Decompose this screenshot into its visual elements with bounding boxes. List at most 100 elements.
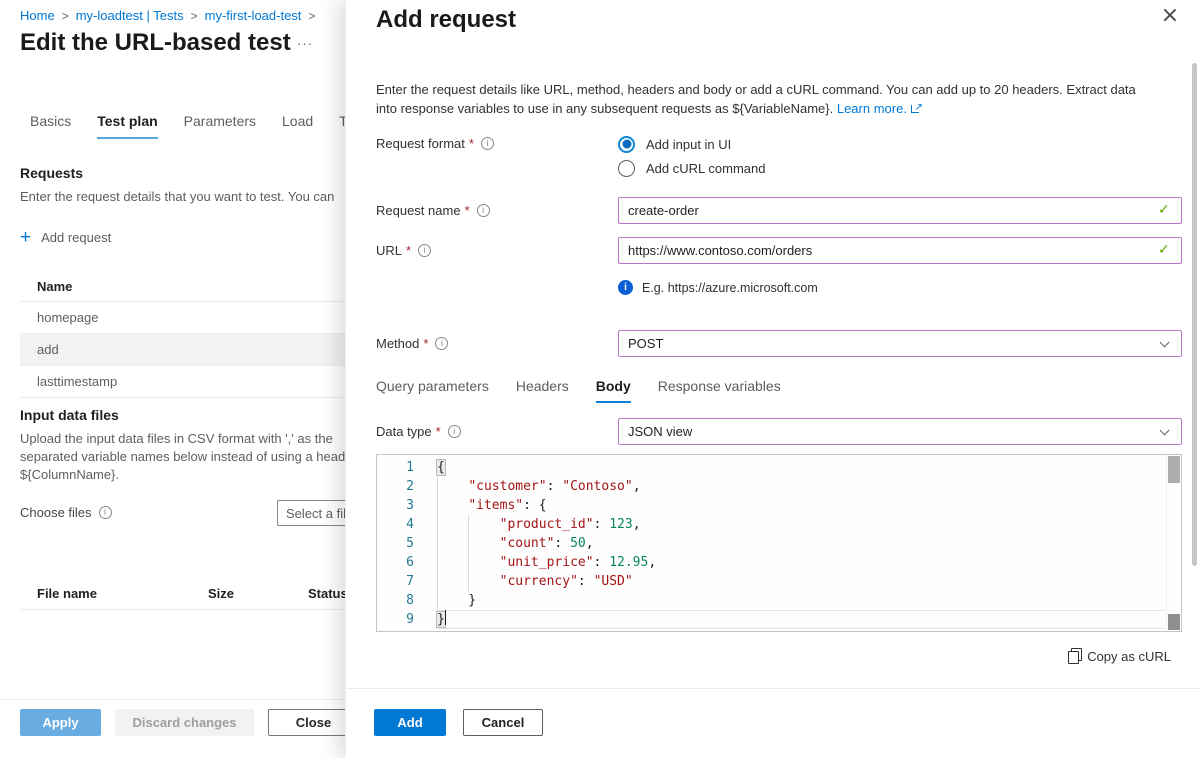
copy-icon [1068,651,1079,664]
radio-add-curl-command[interactable]: Add cURL command [618,156,765,180]
input-data-files-description-line: Upload the input data files in CSV forma… [20,430,345,448]
body-tab-body[interactable]: Body [596,378,631,403]
choose-files-label-text: Choose files [20,505,92,520]
breadcrumb-link-my-first-load-test[interactable]: my-first-load-test [205,8,302,23]
panel-scrollbar[interactable] [1192,63,1197,566]
required-asterisk [406,243,411,258]
editor-vertical-scrollbar-thumb[interactable] [1168,456,1180,483]
code-token: : [547,479,563,494]
code-token: : [554,536,570,551]
code-token: "USD" [594,574,633,589]
body-tab-headers[interactable]: Headers [516,378,569,403]
tab-basics[interactable]: Basics [30,113,71,139]
request-name-input[interactable] [618,197,1182,224]
panel-footer-divider [346,688,1201,689]
code-token: "Contoso" [562,479,632,494]
info-icon [418,244,431,257]
input-data-files-description: Upload the input data files in CSV forma… [20,430,345,484]
code-token: 123 [609,517,632,532]
radio-unselected-icon [618,160,635,177]
files-header-file-name: File name [37,586,208,601]
close-button[interactable]: Close [268,709,345,736]
info-icon [435,337,448,350]
panel-description-text: Enter the request details like URL, meth… [376,82,1136,116]
editor-line-number: 1 [377,458,414,477]
body-tab-query-parameters[interactable]: Query parameters [376,378,489,403]
data-type-select-value: JSON view [628,424,692,439]
request-format-radio-group: Add input in UI Add cURL command [618,132,765,180]
valid-check-icon [1158,202,1170,218]
code-token: "unit_price" [500,555,594,570]
editor-line-number: 7 [377,572,414,591]
editor-line-number: 3 [377,496,414,515]
breadcrumb-separator: > [62,9,69,23]
request-row-add[interactable]: add [20,334,345,366]
choose-files-label: Choose files [20,505,112,520]
requests-heading: Requests [20,165,83,181]
choose-files-input[interactable] [277,500,345,526]
breadcrumb: Home>my-loadtest | Tests>my-first-load-t… [20,8,322,23]
editor-line-number: 5 [377,534,414,553]
request-row-homepage[interactable]: homepage [20,302,345,334]
breadcrumb-link-home[interactable]: Home [20,8,55,23]
code-token: : [578,574,594,589]
data-type-select[interactable]: JSON view [618,418,1182,445]
external-link-icon [911,103,922,113]
request-format-label: Request format [376,136,494,151]
copy-as-curl-label: Copy as cURL [1087,649,1171,664]
panel-description: Enter the request details like URL, meth… [376,80,1158,118]
breadcrumb-link-my-loadtest-tests[interactable]: my-loadtest | Tests [76,8,184,23]
info-icon [477,204,490,217]
code-token: 12.95 [609,555,648,570]
editor-code-line: } [437,610,1165,629]
request-row-lasttimestamp[interactable]: lasttimestamp [20,366,345,398]
panel-title: Add request [376,6,516,34]
tab-load[interactable]: Load [282,113,313,139]
radio-label: Add cURL command [646,161,765,176]
indent-guide [437,477,438,610]
code-token: 50 [570,536,586,551]
apply-button[interactable]: Apply [20,709,101,736]
requests-table: Name homepageaddlasttimestamp [20,271,345,398]
url-label: URL [376,243,431,258]
add-request-command[interactable]: + Add request [20,228,111,247]
requests-name-header: Name [20,271,345,302]
request-format-label-text: Request format [376,136,465,151]
footer-divider [0,699,345,700]
request-name-label-text: Request name [376,203,461,218]
method-select[interactable]: POST [618,330,1182,357]
radio-add-input-in-ui[interactable]: Add input in UI [618,132,765,156]
copy-as-curl-button[interactable]: Copy as cURL [1068,649,1171,664]
editor-code-line: "customer": "Contoso", [437,477,1165,496]
body-json-editor[interactable]: 123456789 { "customer": "Contoso", "item… [376,454,1182,632]
method-label: Method [376,336,448,351]
code-token: , [633,517,641,532]
code-token: "items" [468,498,523,513]
editor-horizontal-scrollbar-thumb[interactable] [1168,614,1180,630]
url-input[interactable] [618,237,1182,264]
editor-line-number: 6 [377,553,414,572]
data-type-label-text: Data type [376,424,432,439]
input-data-files-description-line: ${ColumnName}. [20,466,345,484]
body-tab-response-variables[interactable]: Response variables [658,378,781,403]
radio-selected-icon [618,136,635,153]
editor-code-lines: { "customer": "Contoso", "items": { "pro… [437,458,1165,629]
files-table-divider [20,609,345,610]
code-token: "count" [500,536,555,551]
files-header-size: Size [208,586,308,601]
input-data-files-heading: Input data files [20,407,119,423]
discard-changes-button[interactable]: Discard changes [115,709,254,736]
add-button[interactable]: Add [374,709,446,736]
editor-line-number: 4 [377,515,414,534]
method-label-text: Method [376,336,419,351]
tab-test-plan[interactable]: Test plan [97,113,157,139]
input-data-files-description-line: separated variable names below instead o… [20,448,345,466]
cancel-button[interactable]: Cancel [463,709,543,736]
required-asterisk [465,203,470,218]
title-context-menu-button[interactable]: ··· [297,36,313,51]
learn-more-link[interactable]: Learn more. [837,101,907,116]
tab-parameters[interactable]: Parameters [184,113,256,139]
request-body-tabs: Query parameters Headers Body Response vari… [376,378,808,403]
code-token: : [594,517,610,532]
close-icon[interactable]: × [1156,2,1184,30]
